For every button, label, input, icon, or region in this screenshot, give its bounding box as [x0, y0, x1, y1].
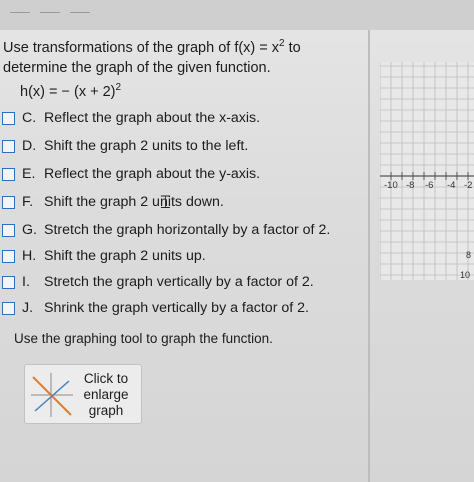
question-line-2: determine the graph of the given functio… — [3, 60, 271, 76]
option-letter: J. — [22, 300, 34, 316]
option-text: Shift the graph 2 units up. — [44, 248, 206, 264]
tick-label: -6 — [425, 180, 433, 191]
graph-thumbnail-icon — [31, 373, 73, 417]
function-expression: h(x) = − (x + 2)2 — [20, 82, 122, 101]
checkbox[interactable] — [2, 301, 15, 315]
toolbar-divider — [10, 12, 30, 13]
top-toolbar-strip — [0, 0, 474, 30]
option-c[interactable]: C. Reflect the graph about the x-axis. — [2, 107, 260, 129]
option-letter: D. — [22, 138, 37, 154]
option-text: Stretch the graph horizontally by a fact… — [44, 222, 331, 238]
graph-preview[interactable]: -10 -8 -6 -4 -2 8 10 — [380, 62, 474, 280]
checkbox[interactable] — [2, 275, 15, 289]
checkbox[interactable] — [2, 223, 15, 237]
option-text: Reflect the graph about the x-axis. — [44, 110, 261, 126]
option-text: Shift the graph 2 units to the left. — [44, 138, 249, 154]
tick-label: -10 — [384, 180, 398, 191]
question-text: Use transformations of the graph of f(x)… — [3, 38, 333, 78]
option-g[interactable]: G. Stretch the graph horizontally by a f… — [2, 219, 330, 241]
option-i[interactable]: I. Stretch the graph vertically by a fac… — [2, 271, 314, 293]
option-f[interactable]: F. Shift the graph 2 units down. — [2, 191, 224, 213]
tick-label: -4 — [447, 180, 455, 191]
option-letter: C. — [22, 110, 37, 126]
toolbar-divider — [70, 12, 90, 13]
graphing-instruction: Use the graphing tool to graph the funct… — [14, 331, 273, 346]
toolbar-divider — [40, 12, 60, 13]
y-tick-label: 10 — [460, 270, 470, 280]
enlarge-label: Click to enlarge graph — [83, 371, 129, 418]
option-text: Reflect the graph about the y-axis. — [44, 166, 261, 182]
checkbox[interactable] — [2, 139, 15, 153]
tick-label: -2 — [464, 180, 472, 191]
text-cursor-icon: ⌶ — [160, 192, 171, 213]
option-j[interactable]: J. Shrink the graph vertically by a fact… — [2, 297, 309, 319]
option-text: Shrink the graph vertically by a factor … — [44, 300, 309, 316]
option-letter: F. — [22, 194, 34, 210]
checkbox[interactable] — [2, 195, 15, 209]
option-e[interactable]: E. Reflect the graph about the y-axis. — [2, 163, 260, 185]
option-d[interactable]: D. Shift the graph 2 units to the left. — [2, 135, 248, 157]
option-letter: G. — [22, 222, 37, 238]
y-tick-label: 8 — [466, 250, 471, 260]
checkbox[interactable] — [2, 249, 15, 263]
option-text: Stretch the graph vertically by a factor… — [44, 274, 314, 290]
enlarge-graph-button[interactable]: Click to enlarge graph — [24, 364, 142, 424]
option-text: Shift the graph 2 units down. — [44, 194, 224, 210]
option-h[interactable]: H. Shift the graph 2 units up. — [2, 245, 206, 267]
tick-label: -8 — [406, 180, 414, 191]
checkbox[interactable] — [2, 167, 15, 181]
question-line-1: Use transformations of the graph of f(x)… — [3, 38, 301, 57]
option-letter: H. — [22, 248, 37, 264]
option-letter: I. — [22, 274, 30, 290]
panel-divider — [368, 30, 370, 482]
option-letter: E. — [22, 166, 36, 182]
graph-background — [380, 62, 474, 280]
checkbox[interactable] — [2, 111, 15, 125]
